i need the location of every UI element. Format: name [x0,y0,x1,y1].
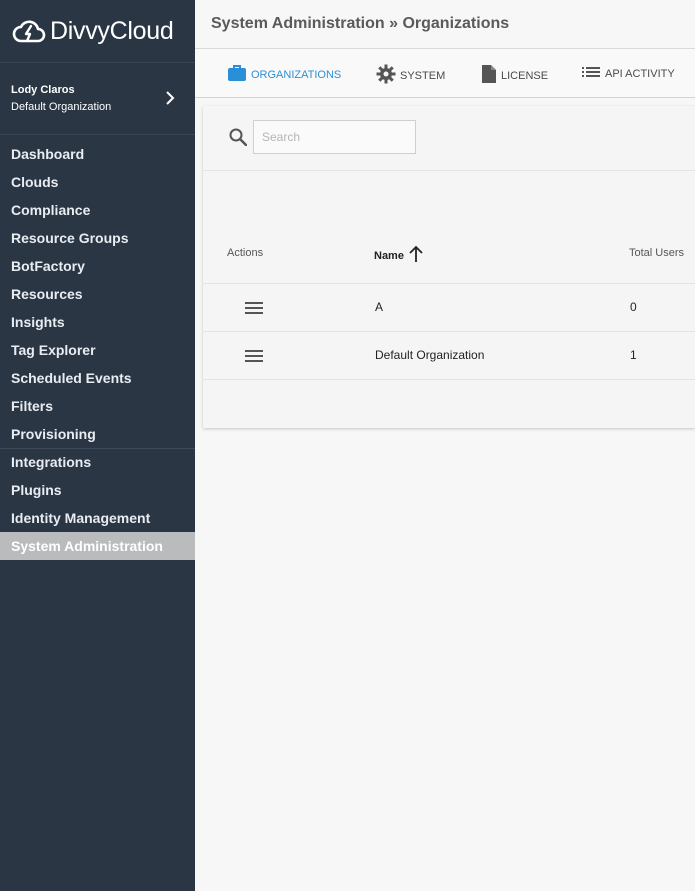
nav-tag-explorer[interactable]: Tag Explorer [0,336,195,364]
user-name: Lody Claros [11,84,75,96]
nav-system-administration[interactable]: System Administration [0,532,195,560]
tab-organizations[interactable]: ORGANIZATIONS [227,64,341,85]
nav-dashboard[interactable]: Dashboard [0,140,195,168]
nav-plugins[interactable]: Plugins [0,476,195,504]
logo[interactable]: DivvyCloud [0,0,195,63]
table-row: A 0 [203,283,695,331]
column-header-name[interactable]: Name [374,245,424,266]
tab-label: ORGANIZATIONS [251,68,342,81]
nav-clouds[interactable]: Clouds [0,168,195,196]
search-input[interactable] [253,120,416,154]
tab-label: SYSTEM [400,69,446,82]
hamburger-menu-icon[interactable] [245,349,263,368]
sidebar-nav: Dashboard Clouds Compliance Resource Gro… [0,140,195,560]
table-row: Default Organization 1 [203,331,695,380]
tab-label: API ACTIVITY [605,67,675,80]
tab-api-activity[interactable]: API ACTIVITY [581,64,675,83]
organizations-panel: Actions Name Total Users A 0 Default Org… [203,106,695,428]
user-organization: Default Organization [11,101,112,113]
tab-system[interactable]: SYSTEM [376,64,445,87]
organization-name[interactable]: Default Organization [375,348,484,362]
nav-filters[interactable]: Filters [0,392,195,420]
user-switcher[interactable]: Lody Claros Default Organization [0,63,195,135]
chevron-right-icon [165,91,175,110]
nav-compliance[interactable]: Compliance [0,196,195,224]
total-users-value: 0 [630,300,637,314]
nav-resource-groups[interactable]: Resource Groups [0,224,195,252]
logo-text: DivvyCloud [50,16,174,45]
column-header-actions: Actions [227,247,264,259]
column-header-total-users[interactable]: Total Users [629,247,684,259]
page-header: System Administration » Organizations [195,0,695,49]
total-users-value: 1 [630,348,637,362]
tab-bar: ORGANIZATIONS SYSTEM LICENSE API ACTIVIT… [195,49,695,98]
nav-insights[interactable]: Insights [0,308,195,336]
briefcase-icon [227,64,251,85]
hamburger-menu-icon[interactable] [245,301,263,320]
search-icon [229,128,248,151]
column-header-label: Name [374,249,404,262]
nav-integrations[interactable]: Integrations [0,448,195,476]
page-title: System Administration » Organizations [211,15,510,32]
arrow-up-icon [408,245,424,266]
nav-botfactory[interactable]: BotFactory [0,252,195,280]
nav-identity-management[interactable]: Identity Management [0,504,195,532]
document-icon [481,64,501,87]
tab-license[interactable]: LICENSE [481,64,548,87]
sidebar: DivvyCloud Lody Claros Default Organizat… [0,0,195,891]
nav-resources[interactable]: Resources [0,280,195,308]
cloud-logo-icon [12,14,46,48]
nav-scheduled-events[interactable]: Scheduled Events [0,364,195,392]
search-bar [203,106,695,171]
organization-name[interactable]: A [375,300,383,314]
tab-label: LICENSE [501,69,549,82]
nav-provisioning[interactable]: Provisioning [0,420,195,448]
list-icon [581,64,605,83]
gear-icon [376,64,400,87]
